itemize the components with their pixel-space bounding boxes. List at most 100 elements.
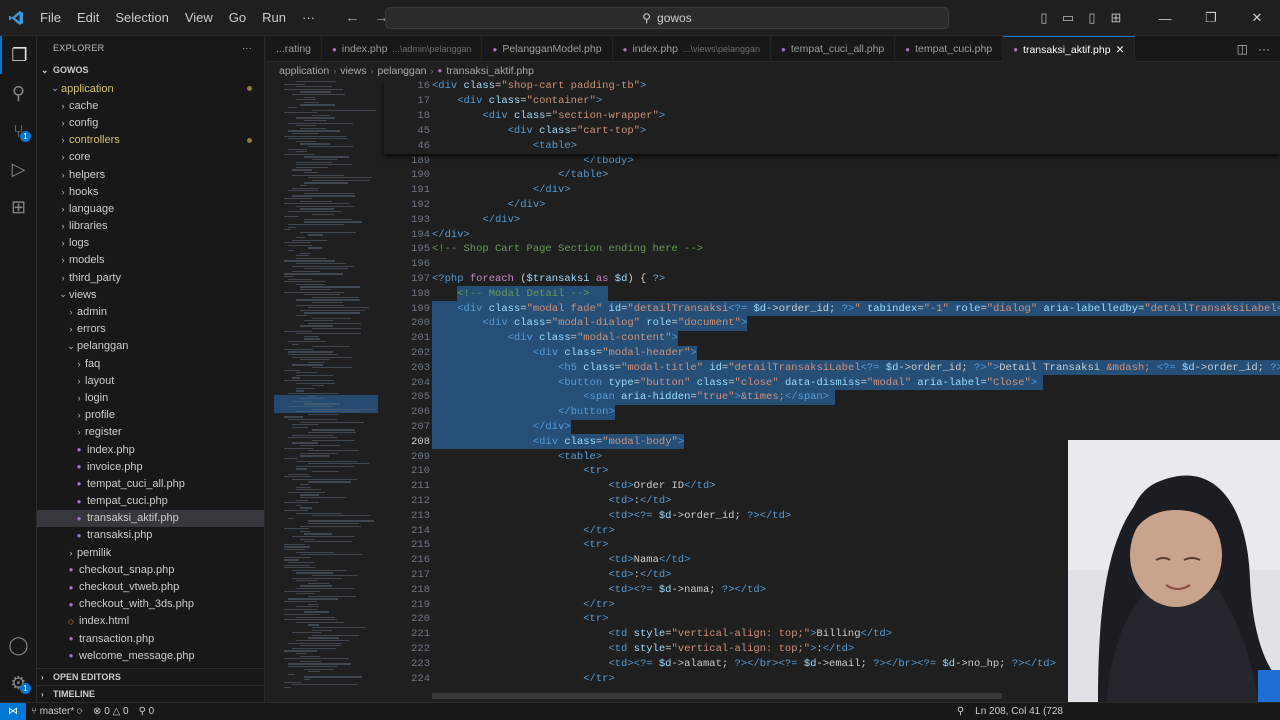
tree-file[interactable]: ● tempat_cuci_all.php	[37, 475, 264, 492]
tree-file[interactable]: ● checkout_vtweb.php	[37, 578, 264, 595]
editor-tab[interactable]: ● index.php ...\views\pelanggan	[613, 36, 772, 62]
code-line[interactable]: 205 <span aria-hidden="true">&times;</sp…	[384, 390, 1280, 405]
menu-item[interactable]: ···	[294, 10, 323, 25]
close-tab-icon[interactable]: ✕	[1116, 44, 1125, 56]
editor-tab[interactable]: ● tempat_cuci_all.php	[771, 36, 896, 62]
menu-item[interactable]: Run	[254, 10, 294, 25]
menu-item[interactable]: Edit	[69, 10, 107, 25]
code-line[interactable]: 204 <button type="button" class="close" …	[384, 375, 1280, 390]
code-line[interactable]: 16 <div class="shop-cart padding-tb">	[384, 79, 1280, 94]
tree-folder[interactable]: › cache	[37, 97, 264, 114]
horizontal-scrollbar[interactable]	[432, 693, 1002, 699]
code-line[interactable]: 193 </div>	[384, 212, 1280, 227]
tree-folder[interactable]: › profile	[37, 407, 264, 424]
code-line[interactable]: 192 </div>	[384, 198, 1280, 213]
tree-folder[interactable]: ⌄ application	[37, 80, 264, 97]
toggle-panel-icon[interactable]: ▭	[1056, 10, 1080, 26]
tree-folder[interactable]: › faq	[37, 355, 264, 372]
code-line[interactable]: 198 <!-- Modal Detail -->	[384, 286, 1280, 302]
tree-file[interactable]: ● index.php	[37, 441, 264, 458]
tree-folder[interactable]: › config	[37, 114, 264, 131]
problems-status[interactable]: ⊗ 0 △ 0	[88, 706, 134, 717]
tree-folder[interactable]: ⌄ views	[37, 286, 264, 303]
restore-icon[interactable]: ❐	[1188, 0, 1234, 36]
ports-status[interactable]: ⚲ 0	[134, 706, 160, 717]
zoom-icon[interactable]: ⚲	[957, 706, 970, 717]
code-line[interactable]: 45 <div class="cart-top">	[384, 123, 1280, 138]
tree-file[interactable]: ● tempat_cuci.php	[37, 493, 264, 510]
tree-folder[interactable]: › third_party	[37, 269, 264, 286]
search-view-icon[interactable]: ⚲	[0, 74, 37, 112]
back-arrow-icon[interactable]: ←	[345, 9, 360, 26]
minimize-icon[interactable]: —	[1142, 0, 1188, 36]
menu-item[interactable]: View	[177, 10, 221, 25]
tree-folder[interactable]: › models	[37, 252, 264, 269]
editor-tab[interactable]: ● tempat_cuci.php	[895, 36, 1004, 62]
tree-folder[interactable]: ⌄ pelanggan	[37, 338, 264, 355]
editor-tab[interactable]: ● PelangganModel.php	[482, 36, 613, 62]
tree-folder[interactable]: › layout	[37, 372, 264, 389]
branch-status[interactable]: ⑂ master* ⟳	[26, 706, 88, 717]
workspace-root[interactable]: ⌄ GOWOS	[37, 60, 264, 80]
source-control-icon[interactable]: ⑂ 1	[0, 112, 37, 150]
tree-file[interactable]: ● checkout_with_3ds.php	[37, 596, 264, 613]
tree-folder[interactable]: › admin	[37, 303, 264, 320]
tree-folder[interactable]: › helpers	[37, 166, 264, 183]
code-line[interactable]: 190 </table>	[384, 168, 1280, 183]
tree-folder[interactable]: › errors	[37, 321, 264, 338]
remote-icon[interactable]: ⋈	[0, 702, 26, 720]
code-line[interactable]: 194 </div>	[384, 227, 1280, 242]
run-debug-icon[interactable]: ▷	[0, 150, 37, 188]
code-line[interactable]: 196	[384, 257, 1280, 272]
breadcrumb-item[interactable]: views	[340, 65, 366, 77]
cursor-position[interactable]: Ln 208, Col 41 (728	[970, 706, 1068, 717]
minimap[interactable]	[266, 79, 384, 702]
breadcrumb-item[interactable]: transaksi_aktif.php	[446, 65, 534, 77]
code-line[interactable]: 201 <div class="modal-content">	[384, 330, 1280, 346]
breadcrumb-item[interactable]: pelanggan	[377, 65, 426, 77]
tree-folder[interactable]: › login	[37, 389, 264, 406]
timeline-section[interactable]: › TIMELINE	[37, 685, 264, 702]
split-editor-icon[interactable]: ◫	[1237, 42, 1248, 56]
tree-file[interactable]: ● transaksi.php	[37, 527, 264, 544]
tree-folder[interactable]: › controllers	[37, 132, 264, 149]
open-editors-section[interactable]: › OPEN EDITORS	[37, 668, 264, 685]
tree-folder[interactable]: › libraries	[37, 218, 264, 235]
tree-file[interactable]: ● checkout_snap.php	[37, 561, 264, 578]
code-line[interactable]: 200 <div class="modal-dialog" role="docu…	[384, 316, 1280, 331]
toggle-secondary-sidebar-icon[interactable]: ▯	[1080, 10, 1104, 26]
toggle-primary-sidebar-icon[interactable]: ▯	[1032, 10, 1056, 26]
tree-file[interactable]: ● invoice.php	[37, 458, 264, 475]
more-actions-icon[interactable]: ···	[242, 43, 252, 53]
code-line[interactable]: 207 </div>	[384, 419, 1280, 435]
breadcrumb-item[interactable]: application	[279, 65, 329, 77]
editor-tab[interactable]: ● transaksi_aktif.php ✕	[1003, 36, 1136, 62]
editor-tab[interactable]: ● index.php ...\admin\pelanggan	[322, 36, 483, 62]
tree-file[interactable]: ◇ index.html	[37, 613, 264, 630]
account-icon[interactable]: ◯	[0, 626, 37, 664]
tree-file[interactable]: ● welcome_message.php	[37, 647, 264, 664]
more-actions-icon[interactable]: ···	[1258, 42, 1270, 56]
code-line[interactable]: 199 <div class="modal fade" id="detailTr…	[384, 301, 1280, 316]
code-line[interactable]: 195 <!-- Shop Cart Page Section ending he…	[384, 242, 1280, 257]
tree-folder[interactable]: › logs	[37, 235, 264, 252]
code-line[interactable]: 18 <div class="section-wrapper">	[384, 109, 1280, 124]
tree-folder[interactable]: › language	[37, 200, 264, 217]
explorer-icon[interactable]: ❐	[0, 36, 37, 74]
code-line[interactable]: 189 </tbody>	[384, 153, 1280, 168]
tree-folder[interactable]: › core	[37, 149, 264, 166]
editor-tab[interactable]: ...rating	[266, 36, 323, 62]
extensions-icon[interactable]: ⊞	[0, 188, 37, 226]
code-line[interactable]: 46 <table>	[384, 138, 1280, 153]
tree-folder[interactable]: › pemilik	[37, 544, 264, 561]
customize-layout-icon[interactable]: ⊞	[1104, 10, 1128, 26]
menu-item[interactable]: Go	[221, 10, 254, 25]
tree-file[interactable]: ● transaksi_aktif.php	[37, 509, 264, 527]
menu-item[interactable]: Selection	[107, 10, 176, 25]
command-center-search[interactable]: ⚲ gowos	[385, 7, 949, 29]
menu-item[interactable]: File	[32, 10, 69, 25]
code-line[interactable]: 197 <?php foreach ($transaksi as $d) { ?>	[384, 272, 1280, 287]
close-window-icon[interactable]: ✕	[1234, 0, 1280, 36]
code-line[interactable]: 202 <div class="modal-header">	[384, 345, 1280, 361]
code-line[interactable]: 206 </button>	[384, 404, 1280, 420]
